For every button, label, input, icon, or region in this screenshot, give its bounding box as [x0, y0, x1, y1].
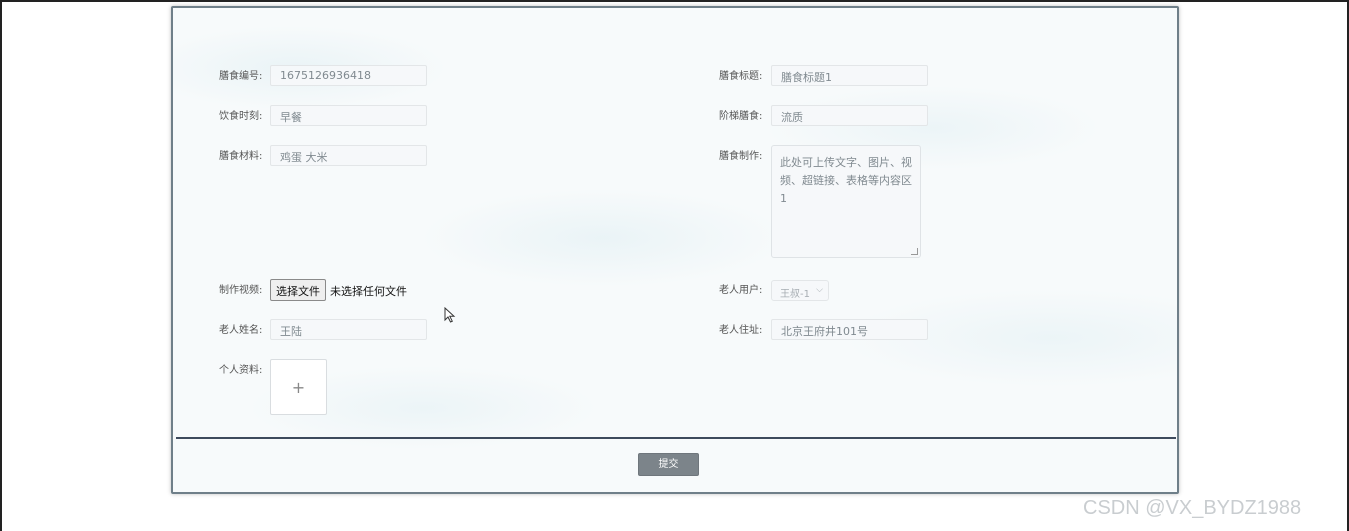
video-label: 制作视频: [219, 285, 263, 296]
mouse-cursor-icon [444, 307, 456, 323]
ladder-meal-input[interactable]: 流质 [771, 105, 928, 126]
watermark-text: CSDN @VX_BYDZ1988 [1083, 497, 1302, 519]
elder-name-label: 老人姓名: [219, 325, 263, 336]
plus-icon: + [291, 377, 306, 397]
ladder-meal-label: 阶梯膳食: [719, 111, 763, 122]
meal-make-textarea[interactable]: 此处可上传文字、图片、视频、超链接、表格等内容区1 [771, 145, 921, 258]
meal-material-label: 膳食材料: [219, 151, 263, 162]
window-edge-top [0, 0, 1349, 2]
screen: 膳食编号: 1675126936418 膳食标题: 膳食标题1 饮食时刻: 早餐… [0, 0, 1349, 531]
meal-make-text: 此处可上传文字、图片、视频、超链接、表格等内容区1 [780, 156, 912, 205]
file-status-text: 未选择任何文件 [330, 285, 407, 298]
meal-material-input[interactable]: 鸡蛋 大米 [270, 145, 427, 166]
meal-id-input[interactable]: 1675126936418 [270, 65, 427, 86]
meal-id-label: 膳食编号: [219, 71, 263, 82]
chevron-down-icon: ⌵ [816, 285, 823, 295]
elder-address-label: 老人住址: [719, 325, 763, 336]
window-edge-left [0, 0, 2, 531]
choose-file-button[interactable]: 选择文件 [270, 279, 326, 301]
profile-upload-box[interactable]: + [270, 359, 327, 415]
submit-button[interactable]: 提交 [638, 453, 699, 476]
elder-address-input[interactable]: 北京王府井101号 [771, 319, 928, 340]
meal-make-label: 膳食制作: [719, 151, 763, 162]
elder-user-select[interactable]: 王叔-1 ⌵ [771, 280, 829, 301]
meal-title-input[interactable]: 膳食标题1 [771, 65, 928, 86]
elder-user-label: 老人用户: [719, 285, 763, 296]
meal-time-input[interactable]: 早餐 [270, 105, 427, 126]
footer-divider [176, 437, 1176, 439]
meal-title-label: 膳食标题: [719, 71, 763, 82]
meal-time-label: 饮食时刻: [219, 111, 263, 122]
meal-form-dialog: 膳食编号: 1675126936418 膳食标题: 膳食标题1 饮食时刻: 早餐… [171, 6, 1179, 494]
elder-name-input[interactable]: 王陆 [270, 319, 427, 340]
resize-grip-icon[interactable] [911, 248, 918, 255]
profile-label: 个人资料: [219, 365, 263, 376]
elder-user-selected: 王叔-1 [780, 289, 810, 300]
